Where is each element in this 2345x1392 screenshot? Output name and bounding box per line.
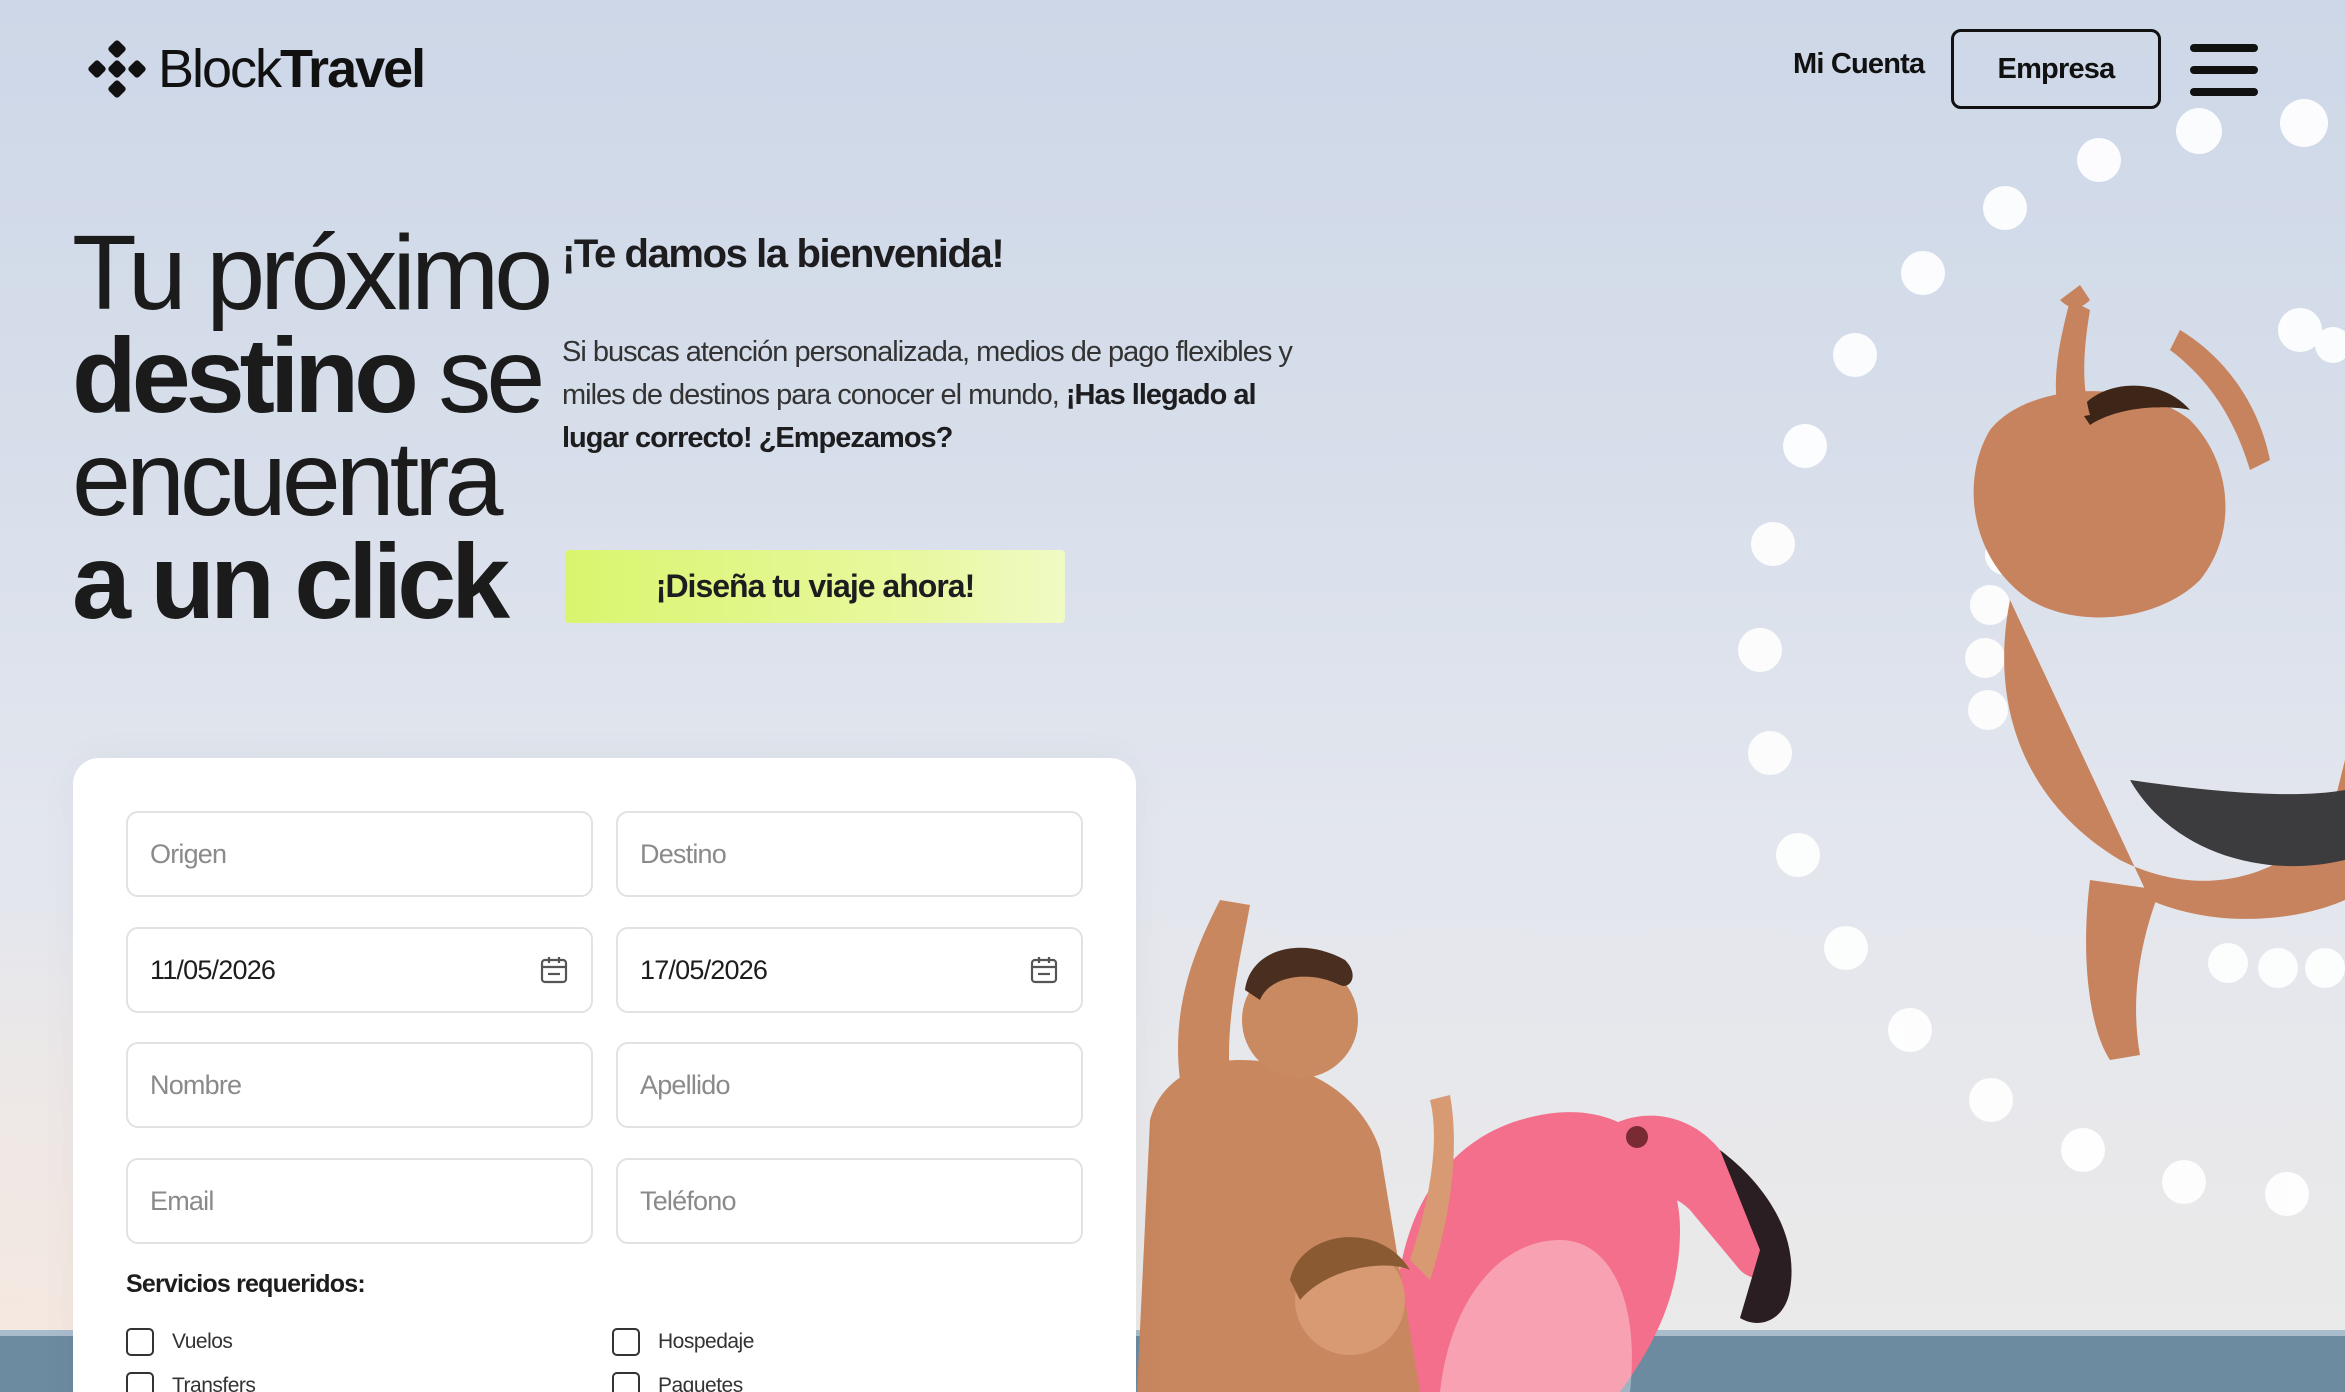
- checkbox[interactable]: [126, 1372, 154, 1392]
- destination-placeholder: Destino: [640, 838, 727, 869]
- menu-bar: [2190, 44, 2258, 52]
- checkbox-label: Paquetes: [658, 1374, 743, 1392]
- intro-text: Si buscas atención personalizada, medios…: [562, 331, 1322, 460]
- last-name-input[interactable]: Apellido: [616, 1042, 1083, 1128]
- service-checkbox-lodging[interactable]: Hospedaje: [612, 1328, 754, 1356]
- checkbox[interactable]: [126, 1328, 154, 1356]
- services-label: Servicios requeridos:: [126, 1270, 366, 1298]
- origin-input[interactable]: Origen: [126, 811, 593, 897]
- hero-title: Tu próximo destino se encuentra a un cli…: [72, 214, 553, 641]
- menu-bar: [2190, 88, 2258, 96]
- checkbox-label: Hospedaje: [658, 1330, 754, 1353]
- destination-input[interactable]: Destino: [616, 811, 1083, 897]
- menu-bar: [2190, 66, 2258, 74]
- phone-input[interactable]: Teléfono: [616, 1158, 1083, 1244]
- welcome-heading: ¡Te damos la bienvenida!: [562, 232, 1005, 276]
- checkbox-label: Vuelos: [172, 1330, 233, 1353]
- end-date-input[interactable]: 17/05/2026: [616, 927, 1083, 1013]
- start-date-input[interactable]: 11/05/2026: [126, 927, 593, 1013]
- logo-icon: [88, 40, 146, 98]
- hero-title-line: Tu próximo: [72, 214, 553, 332]
- start-date-value: 11/05/2026: [150, 954, 276, 985]
- service-checkbox-transfers[interactable]: Transfers: [126, 1372, 256, 1392]
- email-placeholder: Email: [150, 1185, 214, 1216]
- first-name-input[interactable]: Nombre: [126, 1042, 593, 1128]
- hero-title-line: encuentra: [72, 420, 503, 538]
- bokeh-lights: [1738, 99, 2345, 1216]
- hero-title-bold-line: a un click: [72, 523, 510, 641]
- logo-text-light: Block: [158, 39, 282, 99]
- phone-placeholder: Teléfono: [640, 1185, 736, 1216]
- origin-placeholder: Origen: [150, 838, 227, 869]
- hero-title-bold: destino: [72, 317, 419, 435]
- service-checkbox-flights[interactable]: Vuelos: [126, 1328, 233, 1356]
- end-date-value: 17/05/2026: [640, 954, 768, 985]
- checkbox[interactable]: [612, 1372, 640, 1392]
- logo-text-bold: Travel: [280, 39, 426, 99]
- checkbox[interactable]: [612, 1328, 640, 1356]
- service-checkbox-packages[interactable]: Paquetes: [612, 1372, 743, 1392]
- logo-wordmark: BlockTravel: [158, 38, 426, 100]
- design-trip-button[interactable]: ¡Diseña tu viaje ahora!: [565, 550, 1065, 623]
- checkbox-label: Transfers: [172, 1374, 256, 1392]
- my-account-link[interactable]: Mi Cuenta: [1793, 48, 1925, 81]
- email-input[interactable]: Email: [126, 1158, 593, 1244]
- business-button[interactable]: Empresa: [1951, 29, 2161, 109]
- hamburger-menu-icon[interactable]: [2190, 44, 2258, 96]
- hero-title-light: se: [413, 317, 545, 435]
- page: BlockTravel Mi Cuenta Empresa Tu próximo…: [0, 0, 2345, 1392]
- last-name-placeholder: Apellido: [640, 1069, 730, 1100]
- calendar-icon[interactable]: [1029, 955, 1059, 985]
- trip-request-form: Origen Destino 11/05/2026 17/05/2026 Nom…: [73, 758, 1136, 1392]
- brand-logo[interactable]: BlockTravel: [86, 38, 426, 100]
- calendar-icon[interactable]: [539, 955, 569, 985]
- first-name-placeholder: Nombre: [150, 1069, 242, 1100]
